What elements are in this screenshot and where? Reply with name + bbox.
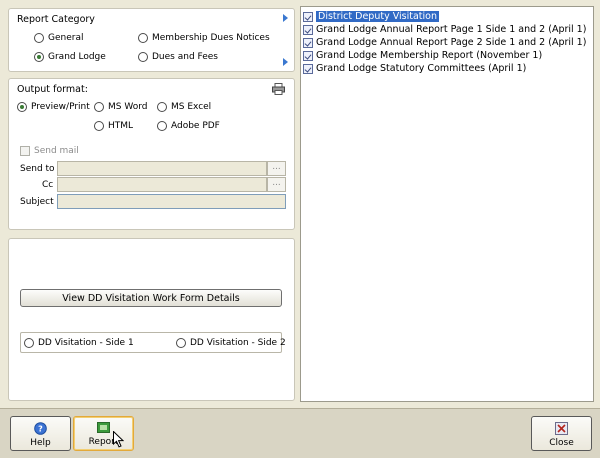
category-grand-lodge-radio[interactable]: Grand Lodge xyxy=(34,52,106,62)
radio-indicator xyxy=(138,52,148,62)
list-item[interactable]: Grand Lodge Annual Report Page 1 Side 1 … xyxy=(303,24,586,35)
output-preview-radio[interactable]: Preview/Print xyxy=(17,102,90,112)
category-dues-fees-radio[interactable]: Dues and Fees xyxy=(138,52,218,62)
report-doc-icon xyxy=(303,11,313,22)
radio-indicator xyxy=(34,52,44,62)
printer-icon[interactable] xyxy=(272,83,285,95)
report-list[interactable]: District Deputy Visitation Grand Lodge A… xyxy=(300,6,594,402)
subject-field[interactable] xyxy=(57,194,286,209)
close-button[interactable]: Close xyxy=(531,416,592,451)
list-item[interactable]: District Deputy Visitation xyxy=(303,11,439,22)
output-format-panel: Output format: Preview/Print MS Word MS … xyxy=(8,78,295,230)
category-general-radio[interactable]: General xyxy=(34,33,83,43)
list-item[interactable]: Grand Lodge Membership Report (November … xyxy=(303,50,542,61)
list-item[interactable]: Grand Lodge Statutory Committees (April … xyxy=(303,63,526,74)
help-icon: ? xyxy=(34,422,47,435)
subject-label: Subject xyxy=(20,197,54,207)
report-doc-icon xyxy=(303,37,313,48)
radio-indicator xyxy=(17,102,27,112)
cc-label: Cc xyxy=(42,180,54,190)
output-msexcel-radio[interactable]: MS Excel xyxy=(157,102,211,112)
list-item[interactable]: Grand Lodge Annual Report Page 2 Side 1 … xyxy=(303,37,586,48)
send-mail-checkbox[interactable]: Send mail xyxy=(20,146,79,156)
radio-indicator xyxy=(24,338,34,348)
svg-text:?: ? xyxy=(38,425,43,434)
close-icon xyxy=(555,422,568,435)
output-html-radio[interactable]: HTML xyxy=(94,121,133,131)
cc-field[interactable] xyxy=(57,177,267,192)
report-doc-icon xyxy=(303,24,313,35)
report-category-title: Report Category xyxy=(17,14,95,25)
output-format-title: Output format: xyxy=(17,84,88,95)
radio-indicator xyxy=(94,102,104,112)
radio-indicator xyxy=(157,121,167,131)
send-to-browse-button[interactable]: ... xyxy=(267,161,286,176)
expand-arrow-icon[interactable] xyxy=(283,14,288,22)
send-to-label: Send to xyxy=(20,164,55,174)
output-msword-radio[interactable]: MS Word xyxy=(94,102,147,112)
radio-indicator xyxy=(34,33,44,43)
visitation-side2-radio[interactable]: DD Visitation - Side 2 xyxy=(176,338,286,348)
report-doc-icon xyxy=(303,50,313,61)
category-membership-dues-radio[interactable]: Membership Dues Notices xyxy=(138,33,270,43)
help-button[interactable]: ? Help xyxy=(10,416,71,451)
scroll-arrow-icon[interactable] xyxy=(283,58,288,66)
checkbox-box xyxy=(20,146,30,156)
radio-indicator xyxy=(94,121,104,131)
report-icon xyxy=(97,422,110,433)
radio-indicator xyxy=(157,102,167,112)
send-to-field[interactable] xyxy=(57,161,267,176)
report-category-panel: Report Category General Membership Dues … xyxy=(8,8,295,72)
visitation-side1-radio[interactable]: DD Visitation - Side 1 xyxy=(24,338,134,348)
report-button[interactable]: Report xyxy=(73,416,134,451)
cc-browse-button[interactable]: ... xyxy=(267,177,286,192)
mouse-cursor-icon xyxy=(113,431,124,448)
visitation-panel: View DD Visitation Work Form Details DD … xyxy=(8,238,295,401)
output-pdf-radio[interactable]: Adobe PDF xyxy=(157,121,220,131)
report-doc-icon xyxy=(303,63,313,74)
radio-indicator xyxy=(176,338,186,348)
radio-indicator xyxy=(138,33,148,43)
view-dd-visitation-details-button[interactable]: View DD Visitation Work Form Details xyxy=(20,289,282,307)
